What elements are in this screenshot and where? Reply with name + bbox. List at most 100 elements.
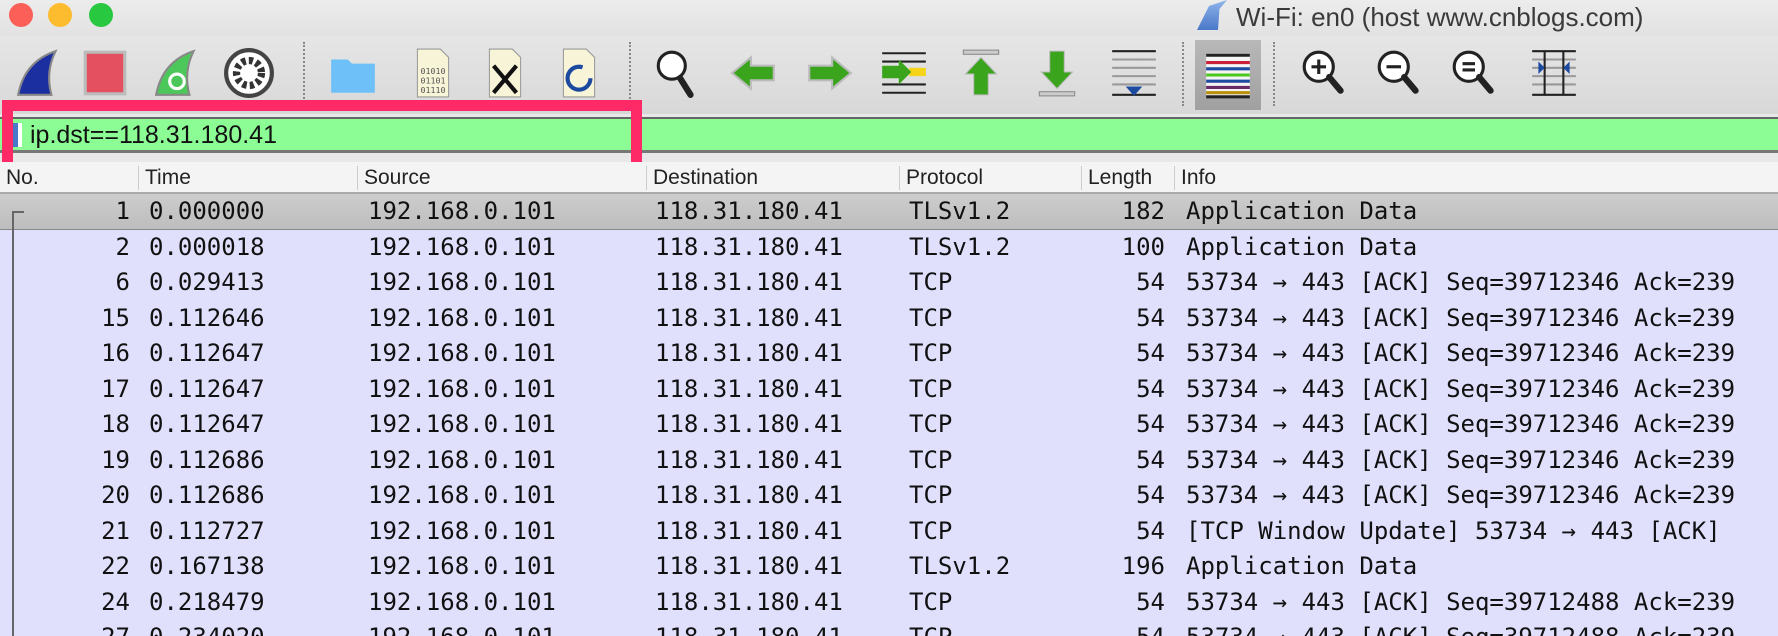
- packet-row[interactable]: 2 0.000018 192.168.0.101 118.31.180.41 TLSv1…: [0, 230, 1778, 266]
- cell-source: 192.168.0.101: [368, 232, 556, 261]
- packet-list: 1 0.000000 192.168.0.101 118.31.180.41 TLSv1…: [0, 194, 1778, 636]
- close-file-button[interactable]: [478, 46, 532, 100]
- cell-info: [TCP Window Update] 53734 → 443 [ACK]: [1186, 516, 1721, 545]
- auto-scroll-icon: [1112, 50, 1156, 96]
- cell-protocol: TCP: [909, 481, 953, 509]
- cell-info: 53734 → 443 [ACK] Seq=39712346 Ack=239: [1186, 339, 1736, 367]
- reload-file-button[interactable]: [552, 46, 606, 100]
- cell-destination: 118.31.180.41: [655, 232, 843, 261]
- capture-options-button[interactable]: [222, 46, 276, 100]
- conversation-tree-line: [12, 212, 14, 636]
- cell-protocol: TCP: [909, 303, 953, 332]
- packet-row[interactable]: 21 0.112727 192.168.0.101 118.31.180.41 TCP 5…: [0, 514, 1778, 550]
- folder-icon: [331, 59, 375, 93]
- packet-row[interactable]: 18 0.112647 192.168.0.101 118.31.180.41 TCP 5…: [0, 407, 1778, 443]
- packet-row[interactable]: 22 0.167138 192.168.0.101 118.31.180.41 TLSv…: [0, 549, 1778, 585]
- cell-length: 54: [1136, 268, 1165, 296]
- bookmark-icon[interactable]: [12, 123, 22, 147]
- column-header-info[interactable]: Info: [1174, 166, 1216, 190]
- arrow-up-bar-icon: [962, 49, 1000, 96]
- cell-destination: 118.31.180.41: [655, 552, 843, 580]
- save-file-button[interactable]: 01010 01101 01110: [406, 46, 460, 100]
- zoom-reset-icon: [1452, 50, 1494, 94]
- restart-fin-icon: [154, 49, 196, 96]
- cell-no: 1: [115, 197, 130, 225]
- go-back-button[interactable]: [727, 46, 781, 100]
- zoom-normal-button[interactable]: [1448, 46, 1502, 100]
- stop-capture-button[interactable]: [78, 46, 132, 100]
- svg-text:01110: 01110: [421, 85, 446, 95]
- cell-length: 54: [1136, 481, 1165, 509]
- cell-source: 192.168.0.101: [368, 552, 556, 580]
- packet-row[interactable]: 16 0.112647 192.168.0.101 118.31.180.41 TCP 5…: [0, 336, 1778, 372]
- column-header-time[interactable]: Time: [138, 166, 191, 190]
- minimize-window-button[interactable]: [48, 3, 72, 27]
- close-file-icon: [488, 48, 522, 98]
- cell-protocol: TCP: [909, 410, 953, 438]
- cell-length: 182: [1121, 197, 1165, 225]
- maximize-window-button[interactable]: [89, 3, 113, 27]
- cell-protocol: TCP: [909, 374, 953, 403]
- display-filter-input[interactable]: [30, 121, 630, 150]
- packet-row[interactable]: 20 0.112686 192.168.0.101 118.31.180.41 TCP 5…: [0, 478, 1778, 514]
- zoom-in-button[interactable]: [1298, 46, 1352, 100]
- packet-row[interactable]: 15 0.112646 192.168.0.101 118.31.180.41 TCP 5…: [0, 301, 1778, 337]
- cell-source: 192.168.0.101: [368, 303, 556, 332]
- cell-destination: 118.31.180.41: [655, 197, 843, 225]
- column-header-length[interactable]: Length: [1081, 166, 1152, 190]
- column-header-protocol[interactable]: Protocol: [899, 166, 983, 190]
- close-window-button[interactable]: [9, 3, 33, 27]
- column-header-destination[interactable]: Destination: [646, 166, 758, 190]
- column-header-no[interactable]: No.: [0, 166, 39, 190]
- cell-info: 53734 → 443 [ACK] Seq=39712488 Ack=239: [1186, 620, 1735, 636]
- cell-time: 0.234020: [149, 620, 265, 636]
- go-forward-button[interactable]: [802, 46, 856, 100]
- cell-length: 196: [1121, 552, 1165, 580]
- cell-source: 192.168.0.101: [368, 516, 556, 545]
- zoom-out-button[interactable]: [1373, 46, 1427, 100]
- cell-length: 54: [1136, 516, 1165, 545]
- cell-destination: 118.31.180.41: [655, 339, 843, 367]
- cell-length: 54: [1136, 374, 1165, 403]
- resize-columns-button[interactable]: [1527, 46, 1581, 100]
- packet-row[interactable]: 19 0.112686 192.168.0.101 118.31.180.41 TCP 5…: [0, 443, 1778, 479]
- toolbar-separator: [1273, 42, 1275, 106]
- resize-columns-icon: [1532, 50, 1576, 96]
- restart-capture-button[interactable]: [151, 46, 205, 100]
- cell-time: 0.112647: [149, 339, 265, 367]
- cell-source: 192.168.0.101: [368, 339, 556, 367]
- packet-row[interactable]: 17 0.112647 192.168.0.101 118.31.180.41 TCP 5…: [0, 372, 1778, 408]
- cell-destination: 118.31.180.41: [655, 410, 843, 438]
- packet-row[interactable]: 6 0.029413 192.168.0.101 118.31.180.41 TCP 54…: [0, 265, 1778, 301]
- gear-icon: [224, 48, 274, 98]
- cell-protocol: TLSv1.2: [909, 552, 1011, 580]
- cell-time: 0.000018: [149, 232, 265, 261]
- cell-time: 0.000000: [149, 197, 265, 225]
- cell-source: 192.168.0.101: [368, 268, 556, 296]
- stop-icon: [83, 50, 127, 96]
- open-file-button[interactable]: [326, 46, 380, 100]
- cell-source: 192.168.0.101: [368, 197, 556, 225]
- go-to-packet-button[interactable]: [877, 46, 931, 100]
- zoom-in-icon: [1302, 50, 1344, 94]
- go-first-button[interactable]: [954, 46, 1008, 100]
- cell-info: Application Data: [1186, 232, 1418, 261]
- packet-row[interactable]: 27 0.234020 192.168.0.101 118.31.180.41 TCP 5…: [0, 620, 1778, 636]
- cell-destination: 118.31.180.41: [655, 516, 843, 545]
- auto-scroll-button[interactable]: [1107, 46, 1161, 100]
- cell-length: 100: [1121, 232, 1165, 261]
- colorize-button[interactable]: [1195, 40, 1261, 110]
- cell-no: 2: [115, 232, 130, 261]
- packet-row[interactable]: 1 0.000000 192.168.0.101 118.31.180.41 TLSv1…: [0, 194, 1778, 230]
- cell-time: 0.218479: [149, 587, 265, 616]
- column-header-source[interactable]: Source: [357, 166, 431, 190]
- find-packet-button[interactable]: [650, 46, 704, 100]
- toolbar-separator: [303, 42, 305, 106]
- cell-length: 54: [1136, 445, 1165, 474]
- cell-length: 54: [1136, 587, 1165, 616]
- cell-time: 0.112686: [149, 481, 265, 509]
- packet-row[interactable]: 24 0.218479 192.168.0.101 118.31.180.41 TCP 5…: [0, 585, 1778, 621]
- cell-no: 15: [101, 303, 130, 332]
- start-capture-button[interactable]: [13, 46, 67, 100]
- go-last-button[interactable]: [1030, 46, 1084, 100]
